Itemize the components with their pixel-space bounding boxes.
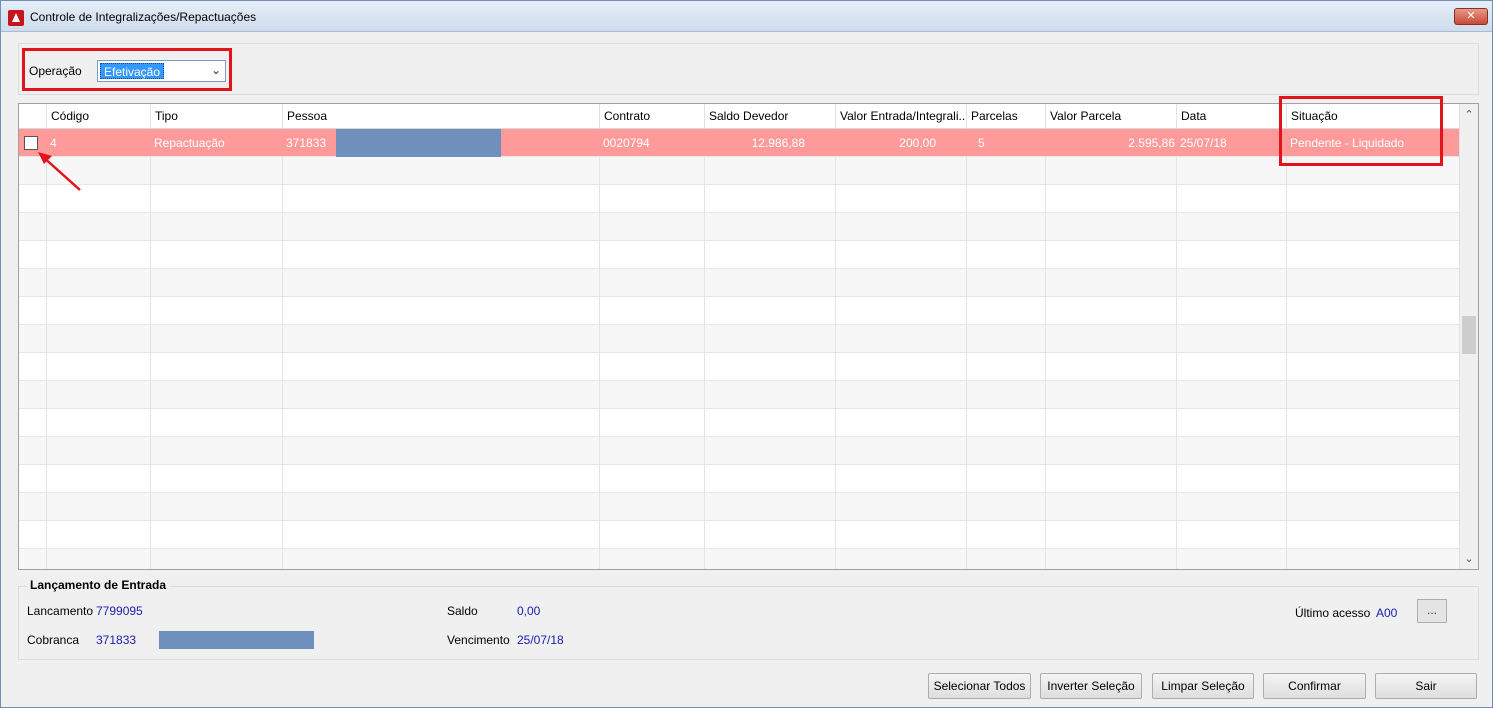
empty-row bbox=[19, 521, 1460, 549]
column-header-valor-entrada[interactable]: Valor Entrada/Integrali... bbox=[835, 104, 966, 129]
column-divider bbox=[1045, 157, 1046, 569]
cell-data: 25/07/18 bbox=[1180, 136, 1227, 150]
column-divider bbox=[835, 157, 836, 569]
results-grid: Código Tipo Pessoa Contrato Saldo Devedo… bbox=[18, 103, 1479, 570]
column-header-checkbox[interactable] bbox=[19, 104, 46, 129]
empty-row bbox=[19, 241, 1460, 269]
title-bar: Controle de Integralizações/Repactuações… bbox=[1, 1, 1492, 32]
table-row[interactable]: 4 Repactuação 371833 0020794 12.986,88 2… bbox=[19, 129, 1460, 157]
scrollbar-thumb[interactable] bbox=[1462, 316, 1476, 354]
entry-group-title: Lançamento de Entrada bbox=[27, 578, 170, 592]
column-header-contrato[interactable]: Contrato bbox=[599, 104, 704, 129]
cobranca-value: 371833 bbox=[96, 633, 137, 647]
exit-button[interactable]: Sair bbox=[1375, 673, 1477, 699]
vertical-scrollbar[interactable]: ⌃ ⌄ bbox=[1459, 104, 1478, 569]
column-header-situacao[interactable]: Situação bbox=[1286, 104, 1460, 129]
cell-pessoa: 371833 bbox=[286, 136, 327, 150]
column-divider bbox=[1176, 157, 1177, 569]
empty-row bbox=[19, 157, 1460, 185]
column-divider bbox=[46, 157, 47, 569]
annotation-arrow-icon bbox=[38, 152, 81, 191]
operation-selected-value: Efetivação bbox=[100, 63, 165, 79]
column-divider bbox=[599, 157, 600, 569]
empty-row bbox=[19, 381, 1460, 409]
select-all-button[interactable]: Selecionar Todos bbox=[928, 673, 1031, 699]
column-header-pessoa[interactable]: Pessoa bbox=[282, 104, 599, 129]
ultimo-acesso-value: A00 bbox=[1376, 606, 1398, 620]
column-header-tipo[interactable]: Tipo bbox=[150, 104, 282, 129]
column-header-codigo[interactable]: Código bbox=[46, 104, 150, 129]
empty-row bbox=[19, 493, 1460, 521]
column-divider bbox=[150, 157, 151, 569]
column-divider bbox=[1286, 157, 1287, 569]
row-checkbox[interactable] bbox=[24, 136, 38, 150]
empty-row bbox=[19, 549, 1460, 569]
redacted-name-block bbox=[159, 631, 314, 649]
window-title: Controle de Integralizações/Repactuações bbox=[30, 10, 257, 24]
cell-contrato: 0020794 bbox=[603, 136, 650, 150]
close-button[interactable]: ✕ bbox=[1454, 8, 1488, 25]
cobranca-label: Cobranca bbox=[27, 633, 80, 647]
cell-situacao: Pendente - Liquidado bbox=[1290, 136, 1405, 150]
column-header-data[interactable]: Data bbox=[1176, 104, 1286, 129]
clear-selection-button[interactable]: Limpar Seleção bbox=[1152, 673, 1254, 699]
column-header-saldo-devedor[interactable]: Saldo Devedor bbox=[704, 104, 835, 129]
column-divider bbox=[704, 157, 705, 569]
column-header-valor-parcela[interactable]: Valor Parcela bbox=[1045, 104, 1176, 129]
empty-row bbox=[19, 297, 1460, 325]
confirm-button[interactable]: Confirmar bbox=[1263, 673, 1366, 699]
column-divider bbox=[966, 157, 967, 569]
grid-header: Código Tipo Pessoa Contrato Saldo Devedo… bbox=[19, 104, 1460, 129]
column-header-parcelas[interactable]: Parcelas bbox=[966, 104, 1045, 129]
empty-row bbox=[19, 353, 1460, 381]
empty-row bbox=[19, 213, 1460, 241]
app-logo-icon bbox=[8, 10, 24, 26]
empty-row bbox=[19, 269, 1460, 297]
empty-row bbox=[19, 437, 1460, 465]
saldo-label: Saldo bbox=[447, 604, 478, 618]
saldo-value: 0,00 bbox=[517, 604, 541, 618]
ultimo-acesso-label: Último acesso bbox=[1295, 606, 1371, 620]
chevron-down-icon[interactable]: ⌄ bbox=[211, 63, 221, 77]
operation-group bbox=[18, 43, 1479, 95]
invert-selection-button[interactable]: Inverter Seleção bbox=[1040, 673, 1142, 699]
empty-row bbox=[19, 409, 1460, 437]
empty-row bbox=[19, 185, 1460, 213]
scroll-up-icon[interactable]: ⌃ bbox=[1460, 108, 1478, 121]
cell-valor-entrada: 200,00 bbox=[899, 136, 936, 150]
vencimento-value: 25/07/18 bbox=[517, 633, 564, 647]
operation-select[interactable]: Efetivação ⌄ bbox=[97, 60, 226, 82]
lancamento-label: Lancamento bbox=[27, 604, 94, 618]
column-divider bbox=[282, 157, 283, 569]
more-options-button[interactable]: ... bbox=[1417, 599, 1447, 623]
lancamento-value: 7799095 bbox=[96, 604, 143, 618]
redacted-name-block bbox=[336, 129, 501, 157]
scroll-down-icon[interactable]: ⌄ bbox=[1460, 552, 1478, 565]
empty-row bbox=[19, 465, 1460, 493]
empty-row bbox=[19, 325, 1460, 353]
cell-saldo-devedor: 12.986,88 bbox=[751, 136, 805, 150]
cell-valor-parcela: 2.595,86 bbox=[1128, 136, 1175, 150]
cell-parcelas: 5 bbox=[978, 136, 985, 150]
operation-label: Operação bbox=[29, 64, 82, 78]
cell-tipo: Repactuação bbox=[154, 136, 225, 150]
vencimento-label: Vencimento bbox=[447, 633, 510, 647]
